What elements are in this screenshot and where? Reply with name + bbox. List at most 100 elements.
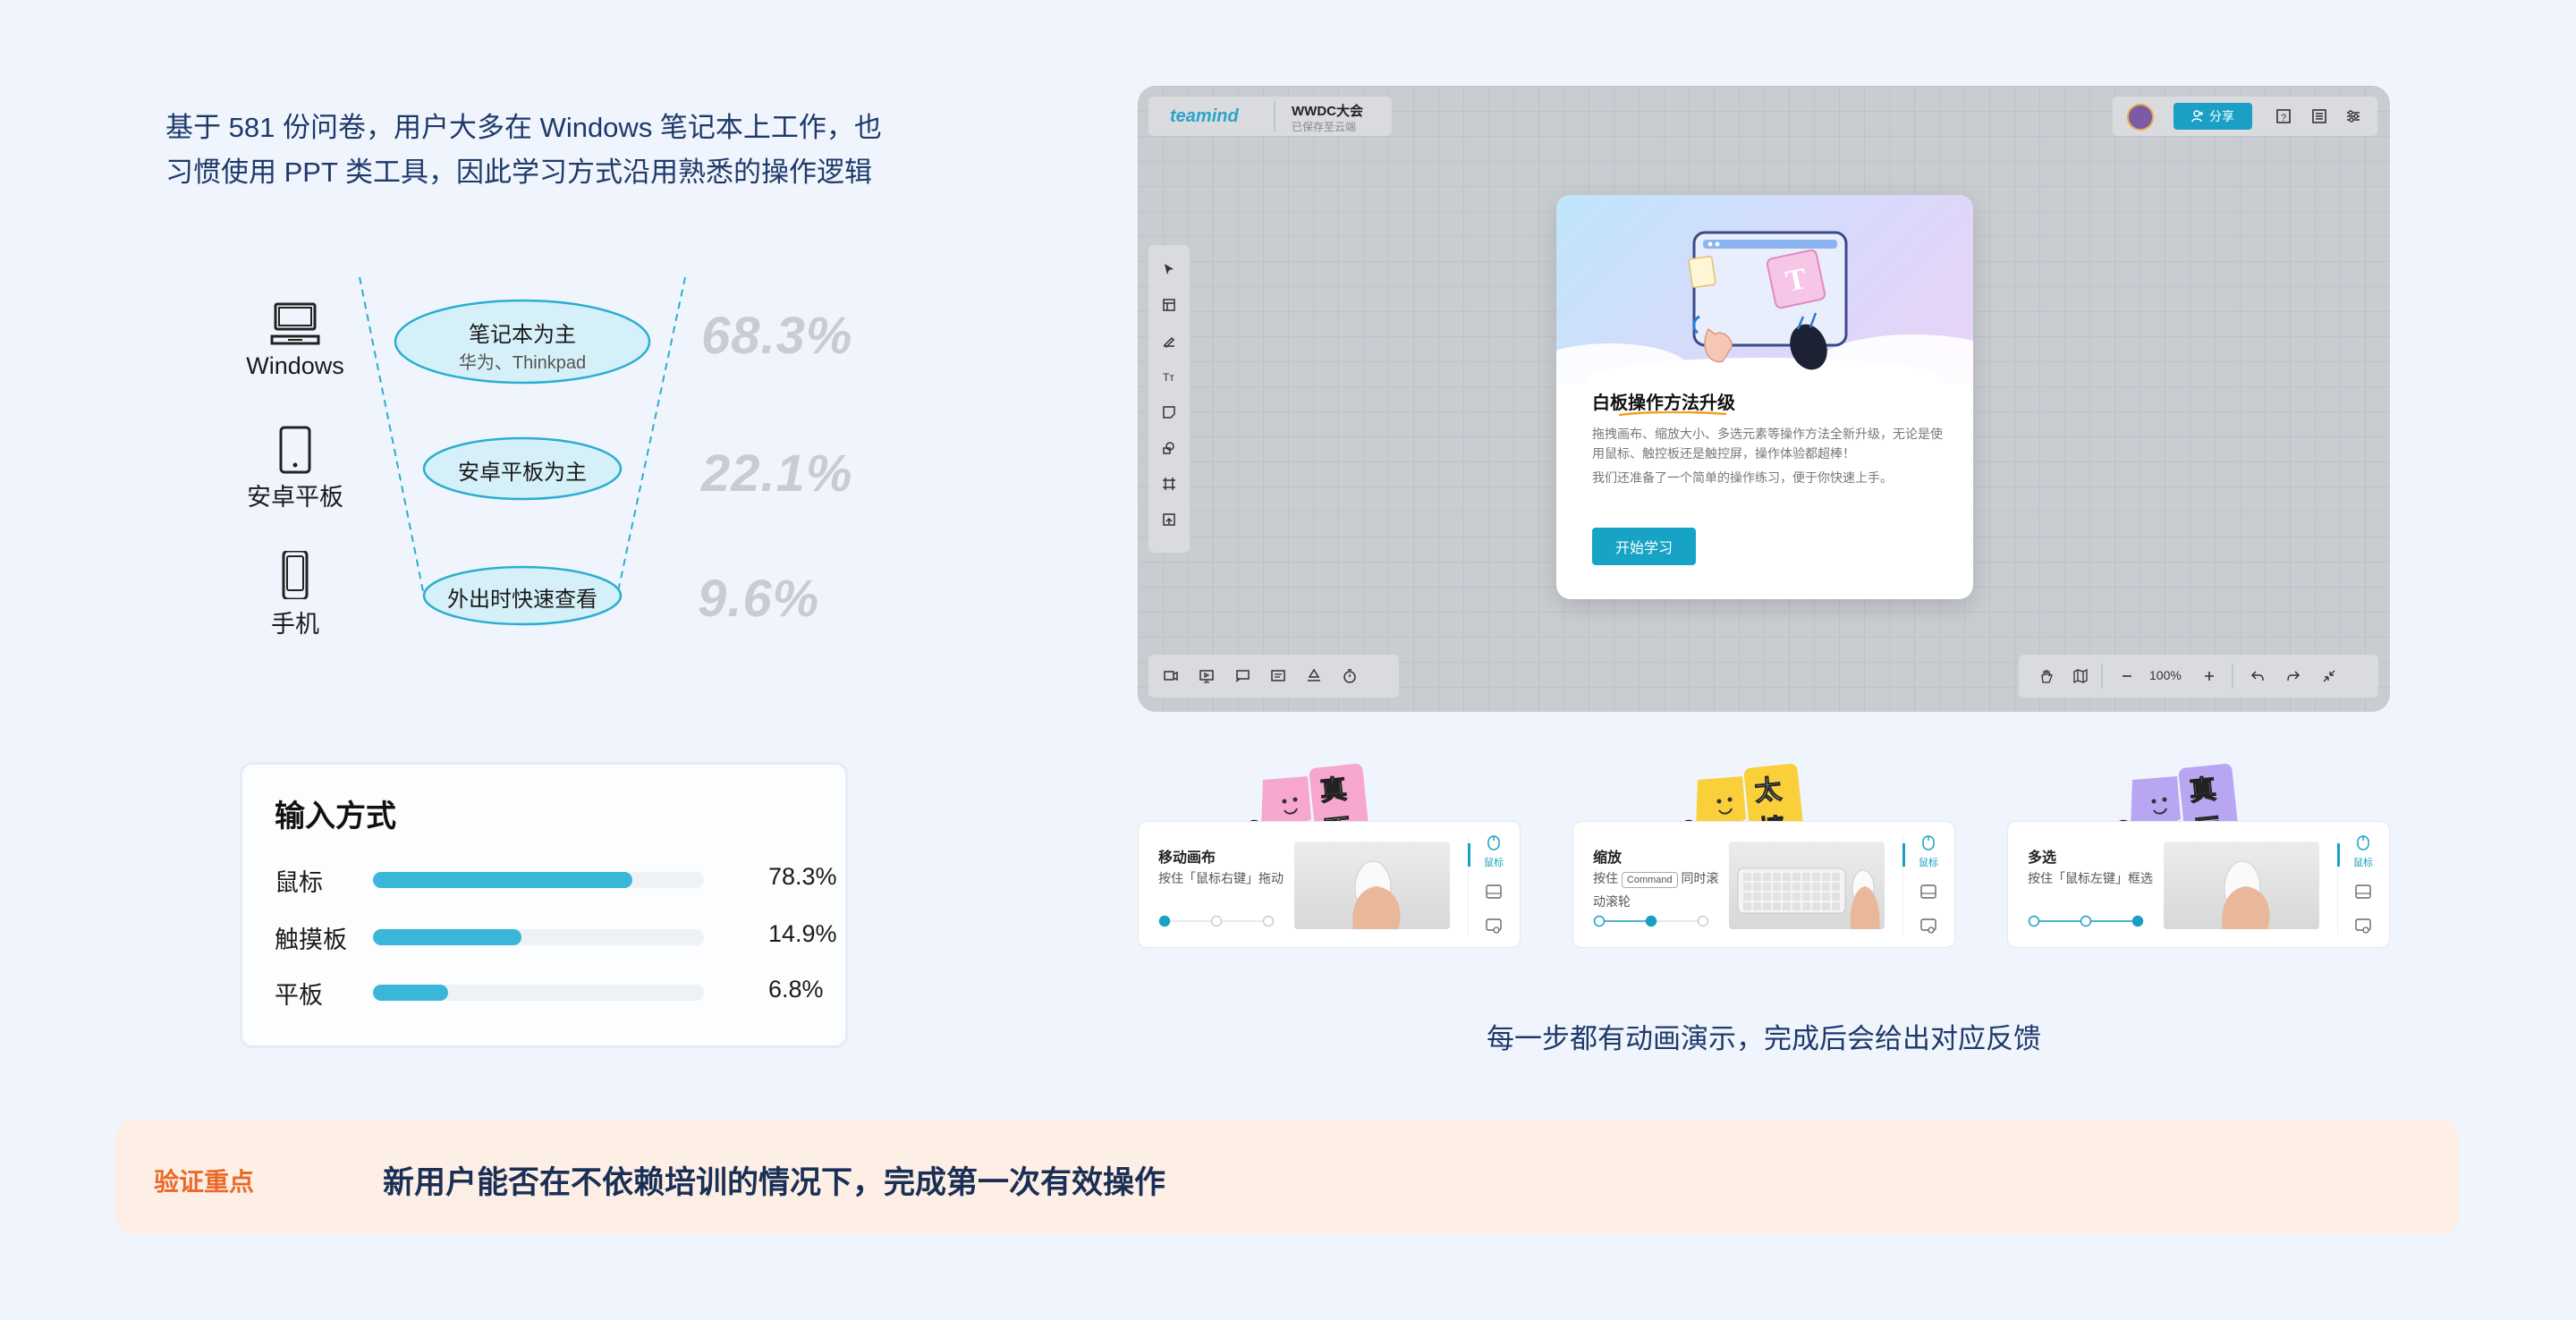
touchpad-icon[interactable]	[1920, 884, 1936, 903]
tutorial-title: 多选	[2028, 850, 2057, 866]
divider	[2232, 664, 2233, 689]
input-bar-track	[373, 929, 704, 945]
funnel-item-laptop: 笔记本为主 华为、Thinkpad	[388, 317, 657, 374]
input-label: 平板	[275, 982, 323, 1009]
touchpad-icon[interactable]	[1486, 884, 1502, 903]
list-icon[interactable]	[2309, 106, 2329, 126]
doc-title[interactable]: WWDC大会	[1292, 101, 1363, 120]
hand-mouse-photo	[1294, 842, 1450, 929]
tutorial-desc-pre: 按住「鼠标右键」拖动	[1158, 871, 1284, 885]
mouse-icon	[1922, 835, 1935, 850]
funnel-label: 笔记本为主	[469, 323, 576, 347]
teamind-logo[interactable]: teamind	[1170, 106, 1239, 127]
sticky-note-icon[interactable]	[1159, 402, 1179, 422]
funnel-item-tablet: 安卓平板为主	[458, 461, 587, 485]
hand-mouse-photo	[1729, 842, 1885, 929]
intro-line-1: 基于 581 份问卷，用户大多在 Windows 笔记本上工作，也	[165, 112, 882, 143]
hand-icon[interactable]	[2037, 666, 2056, 686]
video-icon[interactable]	[1161, 666, 1181, 686]
bottom-left-toolbar	[1148, 655, 1399, 698]
mode-mouse[interactable]: 鼠标	[1915, 833, 1942, 869]
input-methods-title: 输入方式	[275, 800, 396, 833]
percent-phone: 9.6%	[698, 570, 820, 628]
laptop-icon	[268, 300, 322, 353]
comment-icon[interactable]	[1268, 666, 1288, 686]
mode-label: 鼠标	[1919, 858, 1938, 868]
table-icon[interactable]	[1159, 295, 1179, 315]
stamp-icon[interactable]	[1304, 666, 1324, 686]
doc-header: teamind WWDC大会 已保存至云端	[1148, 97, 1392, 136]
zoom-out-icon[interactable]	[2117, 666, 2137, 686]
title-underline	[1618, 411, 1727, 417]
touchscreen-icon[interactable]	[1920, 918, 1936, 939]
tutorial-title: 缩放	[1593, 850, 1623, 866]
zoom-level[interactable]: 100%	[2149, 668, 2182, 682]
tutorial-description: 按住 Command 同时滚动滚轮	[1593, 867, 1727, 913]
collapse-icon[interactable]	[2319, 666, 2339, 686]
tutorial-description: 按住「鼠标右键」拖动	[1158, 867, 1292, 890]
input-row-mouse: 鼠标 78.3%	[275, 859, 837, 896]
mouse-icon	[1487, 835, 1500, 850]
tutorial-desc-pre: 按住	[1593, 871, 1618, 885]
step-progress	[1593, 915, 1709, 927]
mode-label: 鼠标	[2353, 858, 2373, 868]
active-indicator	[2337, 843, 2340, 867]
pen-icon[interactable]	[1159, 331, 1179, 351]
svg-text:?: ?	[2281, 113, 2286, 123]
modal-description: 拖拽画布、缩放大小、多选元素等操作方法全新升级，无论是使用鼠标、触控板还是触控屏…	[1592, 427, 1943, 461]
modal-illustration: T	[1556, 195, 1973, 401]
input-row-touchpad: 触摸板 14.9%	[275, 917, 837, 953]
tutorial-card[interactable]: 移动画布 按住「鼠标右键」拖动 鼠标	[1138, 821, 1521, 948]
active-indicator	[1902, 843, 1905, 867]
modal-title: 白板操作方法升级	[1592, 393, 1735, 413]
share-button[interactable]: 分享	[2174, 103, 2252, 130]
funnel-item-phone: 外出时快速查看	[447, 588, 597, 612]
input-bar-track	[373, 985, 704, 1001]
mode-label: 鼠标	[1484, 858, 1504, 868]
input-value: 78.3%	[768, 863, 837, 890]
mode-mouse[interactable]: 鼠标	[1480, 833, 1507, 869]
timer-icon[interactable]	[1340, 666, 1360, 686]
illustration-graphic: T	[1556, 231, 1973, 401]
mode-mouse[interactable]: 鼠标	[2350, 833, 2377, 869]
help-icon[interactable]: ?	[2274, 106, 2293, 126]
banner-tag: 验证重点	[154, 1168, 255, 1196]
redo-icon[interactable]	[2284, 666, 2303, 686]
frame-icon[interactable]	[1159, 474, 1179, 494]
zoom-in-icon[interactable]	[2199, 666, 2219, 686]
upload-icon[interactable]	[1159, 510, 1179, 529]
svg-text:Tт: Tт	[1163, 371, 1174, 384]
map-icon[interactable]	[2071, 666, 2090, 686]
input-bar-fill	[373, 985, 448, 1001]
present-icon[interactable]	[1197, 666, 1216, 686]
touchscreen-icon[interactable]	[1486, 918, 1502, 939]
start-learning-button[interactable]: 开始学习	[1592, 528, 1696, 565]
input-methods-card: 输入方式 鼠标 78.3% 触摸板 14.9% 平板 6.8%	[240, 762, 848, 1048]
top-right-toolbar: 分享 ?	[2113, 97, 2377, 136]
board-icon[interactable]	[1233, 666, 1252, 686]
undo-icon[interactable]	[2248, 666, 2267, 686]
input-value: 14.9%	[768, 920, 837, 947]
text-icon[interactable]: Tт	[1159, 367, 1179, 386]
validation-banner: 验证重点 新用户能否在不依赖培训的情况下，完成第一次有效操作	[114, 1120, 2460, 1234]
doc-save-status: 已保存至云端	[1292, 121, 1357, 133]
upgrade-modal: T 白板操作方法升级 拖拽画布、缩放大小、多选元素等操作方法全新升级，无论是使用…	[1556, 195, 1973, 599]
active-indicator	[1468, 843, 1470, 867]
tutorial-desc-pre: 按住「鼠标左键」框选	[2028, 871, 2153, 885]
tutorial-description: 按住「鼠标左键」框选	[2028, 867, 2162, 890]
tutorial-card[interactable]: 多选按住「鼠标左键」框选 鼠标	[2007, 821, 2390, 948]
mouse-icon	[2357, 835, 2369, 850]
bottom-right-toolbar: 100%	[2019, 655, 2378, 698]
whiteboard-window[interactable]: teamind WWDC大会 已保存至云端 分享 ? Tт 100% T 白板操…	[1138, 86, 2390, 712]
step-progress	[1158, 915, 1275, 927]
touchscreen-icon[interactable]	[2355, 918, 2371, 939]
touchpad-icon[interactable]	[2355, 884, 2371, 903]
shapes-icon[interactable]	[1159, 438, 1179, 458]
input-row-tablet: 平板 6.8%	[275, 972, 829, 1009]
modal-description-2: 我们还准备了一个简单的操作练习，便于你快速上手。	[1592, 470, 1893, 485]
avatar[interactable]	[2127, 104, 2154, 131]
select-cursor-icon[interactable]	[1159, 259, 1179, 279]
tutorial-card[interactable]: 缩放 按住 Command 同时滚动滚轮 鼠标	[1572, 821, 1955, 948]
settings-icon[interactable]	[2343, 106, 2363, 126]
tutorial-caption: 每一步都有动画演示，完成后会给出对应反馈	[1487, 1023, 2041, 1054]
